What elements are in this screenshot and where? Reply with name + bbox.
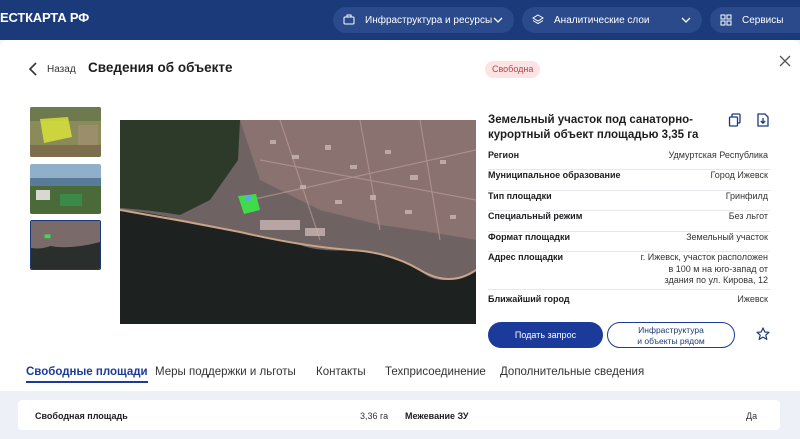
modal-title: Сведения об объекте: [88, 60, 233, 75]
chevron-down-icon: [492, 14, 504, 26]
status-badge: Свободна: [485, 61, 541, 78]
property-key: Муниципальное образование: [488, 170, 621, 180]
infrastructure-nearby-label-1: Инфраструктура: [638, 324, 704, 335]
property-row-municipality: Муниципальное образование Город Ижевск: [488, 170, 770, 191]
object-details-modal: Назад Сведения об объекте Свободна Земел…: [0, 40, 800, 439]
nav-services-label: Сервисы: [742, 14, 784, 26]
top-navigation-bar: ЕСТКАРТА РФ Инфраструктура и ресурсы Ана…: [0, 0, 800, 40]
tab-tech-connection[interactable]: Техприсоединение: [385, 366, 486, 378]
detail-key-land-survey: Межевание ЗУ: [405, 411, 469, 421]
property-key: Формат площадки: [488, 232, 571, 242]
satellite-map-image[interactable]: [120, 120, 476, 324]
object-title: Земельный участок под санаторно-курортны…: [488, 114, 699, 141]
property-value: Ижевск: [737, 294, 768, 304]
app-logo[interactable]: ЕСТКАРТА РФ: [0, 10, 89, 25]
download-icon[interactable]: [756, 113, 770, 127]
submit-request-button[interactable]: Подать запрос: [488, 322, 603, 348]
nav-infrastructure-dropdown[interactable]: Инфраструктура и ресурсы: [333, 7, 514, 33]
layers-icon: [532, 14, 544, 26]
address-line-1: г. Ижевск, участок расположен: [640, 252, 768, 262]
tab-contacts[interactable]: Контакты: [316, 366, 366, 378]
property-value: г. Ижевск, участок расположен в 100 м на…: [641, 252, 768, 287]
back-button[interactable]: Назад: [28, 62, 76, 76]
photo-thumbnail-3-selected[interactable]: [30, 220, 101, 270]
infrastructure-nearby-label-2: и объекты рядом: [637, 335, 705, 346]
building-icon: [343, 14, 355, 26]
nav-services-dropdown[interactable]: Сервисы: [710, 7, 800, 33]
property-row-address: Адрес площадки г. Ижевск, участок распол…: [488, 252, 770, 290]
property-row-site-format: Формат площадки Земельный участок: [488, 232, 770, 252]
tab-free-areas[interactable]: Свободные площади: [26, 366, 148, 383]
photo-thumbnail-2[interactable]: [30, 164, 101, 214]
property-key: Ближайший город: [488, 294, 570, 304]
star-icon[interactable]: [756, 327, 770, 341]
tab-support-measures[interactable]: Меры поддержки и льготы: [155, 366, 296, 378]
chevron-down-icon: [680, 14, 692, 26]
nav-analytic-layers-dropdown[interactable]: Аналитические слои: [522, 7, 702, 33]
property-key: Специальный режим: [488, 211, 583, 221]
property-value: Удмуртская Республика: [668, 150, 768, 160]
nav-analytic-layers-label: Аналитические слои: [554, 14, 650, 26]
details-card: Свободная площадь 3,36 га Межевание ЗУ Д…: [18, 400, 780, 430]
photo-thumbnail-1[interactable]: [30, 107, 101, 157]
property-row-site-type: Тип площадки Гринфилд: [488, 191, 770, 211]
property-row-nearest-city: Ближайший город Ижевск: [488, 294, 770, 308]
property-value: Земельный участок: [686, 232, 768, 242]
detail-key-free-area: Свободная площадь: [35, 411, 128, 421]
property-value: Гринфилд: [725, 191, 768, 201]
property-row-special-regime: Специальный режим Без льгот: [488, 211, 770, 232]
nav-infrastructure-label: Инфраструктура и ресурсы: [365, 14, 493, 26]
property-value: Город Ижевск: [710, 170, 768, 180]
property-value: Без льгот: [728, 211, 768, 221]
copy-icon[interactable]: [728, 113, 742, 127]
property-key: Адрес площадки: [488, 252, 564, 262]
tab-additional-info[interactable]: Дополнительные сведения: [500, 366, 644, 378]
details-panel: Свободная площадь 3,36 га Межевание ЗУ Д…: [0, 391, 800, 439]
property-key: Регион: [488, 150, 519, 160]
property-row-region: Регион Удмуртская Республика: [488, 150, 770, 170]
chevron-left-icon: [28, 62, 37, 76]
close-icon[interactable]: [778, 54, 792, 68]
address-line-2: в 100 м на юго-запад от: [668, 263, 769, 274]
address-line-3: здания по ул. Кирова, 12: [664, 275, 768, 285]
detail-value-free-area: 3,36 га: [360, 411, 389, 421]
back-label: Назад: [47, 63, 76, 75]
property-key: Тип площадки: [488, 191, 552, 201]
infrastructure-nearby-button[interactable]: Инфраструктура и объекты рядом: [607, 322, 735, 348]
detail-value-land-survey: Да: [746, 411, 758, 421]
grid-icon: [720, 14, 732, 26]
